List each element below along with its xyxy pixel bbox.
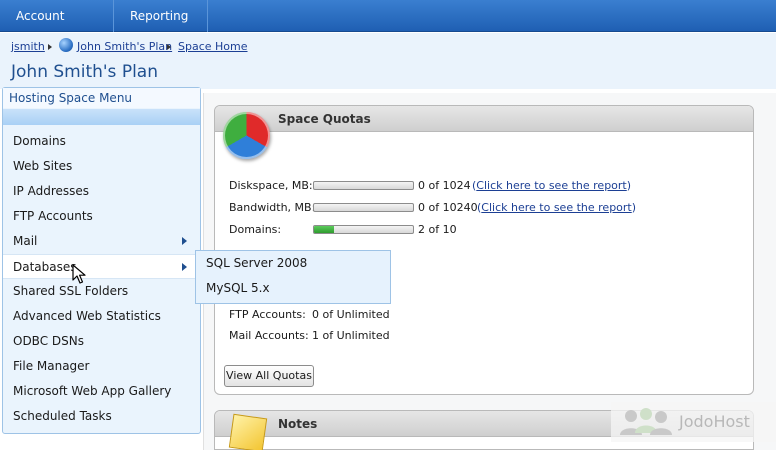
- sidebar-header-bar: [3, 109, 200, 125]
- space-quotas-title: Space Quotas: [278, 112, 371, 126]
- view-all-quotas-button[interactable]: View All Quotas: [224, 365, 314, 387]
- mouse-cursor-icon: [72, 264, 86, 284]
- sidebar-item-web-app-gallery[interactable]: Microsoft Web App Gallery: [3, 379, 200, 404]
- breadcrumb-separator-icon: [48, 44, 52, 50]
- people-logo-icon: [620, 408, 672, 435]
- quota-value: 0 of 10240: [418, 201, 478, 214]
- sidebar-item-scheduled-tasks[interactable]: Scheduled Tasks: [3, 404, 200, 429]
- chevron-right-icon: [182, 237, 187, 245]
- page-title: John Smith's Plan: [11, 62, 158, 82]
- quota-value: 2 of 10: [418, 223, 457, 236]
- reporting-label: Reporting: [130, 9, 189, 23]
- quota-value: 1 of Unlimited: [312, 329, 390, 342]
- submenu-item-sql-server-2008[interactable]: SQL Server 2008: [196, 251, 390, 276]
- notes-title: Notes: [278, 417, 318, 431]
- databases-submenu: SQL Server 2008 MySQL 5.x: [195, 250, 391, 304]
- quota-label: Mail Accounts:: [229, 329, 309, 342]
- sidebar-item-ip-addresses[interactable]: IP Addresses: [3, 179, 200, 204]
- bandwidth-report-link[interactable]: (Click here to see the report): [477, 201, 636, 214]
- sidebar-item-file-manager[interactable]: File Manager: [3, 354, 200, 379]
- sidebar-item-domains[interactable]: Domains: [3, 129, 200, 154]
- sidebar-item-shared-ssl-folders[interactable]: Shared SSL Folders: [3, 279, 200, 304]
- sidebar-item-advanced-web-statistics[interactable]: Advanced Web Statistics: [3, 304, 200, 329]
- quota-progress-bar: [313, 203, 414, 212]
- quota-label: Domains:: [229, 223, 282, 236]
- quota-progress-fill: [314, 226, 334, 233]
- quota-value: 0 of 1024: [418, 179, 471, 192]
- breadcrumb-plan-link[interactable]: John Smith's Plan: [77, 40, 172, 53]
- quota-label: FTP Accounts:: [229, 308, 306, 321]
- quota-label: Diskspace, MB:: [229, 179, 313, 192]
- sidebar-item-mail[interactable]: Mail: [3, 229, 200, 254]
- space-quotas-header: Space Quotas: [215, 106, 753, 132]
- sidebar-item-web-sites[interactable]: Web Sites: [3, 154, 200, 179]
- sidebar-item-databases[interactable]: Databases: [3, 254, 200, 279]
- watermark-text: JodoHost: [679, 412, 750, 431]
- quota-value: 0 of Unlimited: [312, 308, 390, 321]
- diskspace-report-link[interactable]: (Click here to see the report): [472, 179, 631, 192]
- sidebar-list: Domains Web Sites IP Addresses FTP Accou…: [3, 129, 200, 429]
- breadcrumb-space-home-link[interactable]: Space Home: [178, 40, 248, 53]
- hosting-space-menu: Hosting Space Menu Domains Web Sites IP …: [2, 87, 201, 434]
- quota-progress-bar: [313, 225, 414, 234]
- reporting-menu[interactable]: Reporting: [114, 0, 208, 51]
- quota-label: Bandwidth, MB:: [229, 201, 316, 214]
- globe-icon: [59, 38, 73, 52]
- watermark: JodoHost: [611, 402, 776, 442]
- top-nav-bar: Account Home Reporting: [0, 0, 776, 55]
- breadcrumb-separator-icon: [167, 44, 171, 50]
- submenu-item-mysql[interactable]: MySQL 5.x: [196, 276, 390, 301]
- sidebar-header: Hosting Space Menu: [3, 88, 200, 108]
- account-home-tab[interactable]: Account Home: [0, 0, 114, 55]
- chevron-right-icon: [182, 263, 187, 271]
- sidebar-item-ftp-accounts[interactable]: FTP Accounts: [3, 204, 200, 229]
- breadcrumb-user-link[interactable]: jsmith: [11, 40, 45, 53]
- pie-chart-icon: [223, 112, 270, 159]
- quota-progress-bar: [313, 181, 414, 190]
- sidebar-item-odbc-dsns[interactable]: ODBC DSNs: [3, 329, 200, 354]
- sticky-note-icon: [228, 413, 268, 450]
